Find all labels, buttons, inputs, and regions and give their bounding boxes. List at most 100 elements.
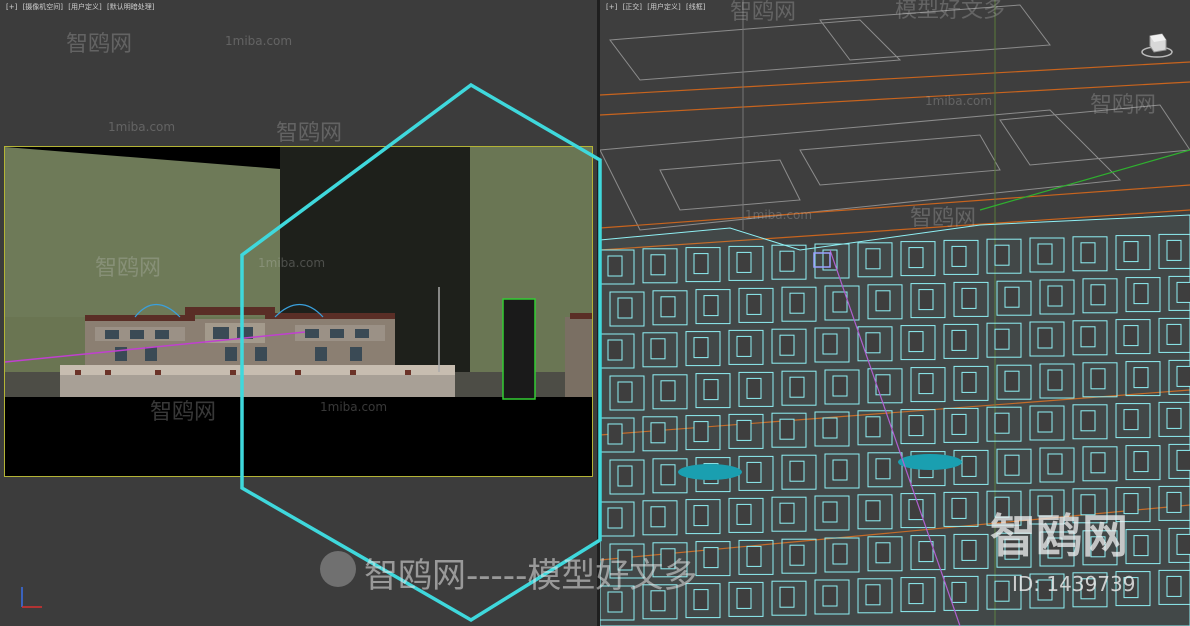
wire-window — [617, 381, 633, 403]
wire-window — [779, 586, 795, 608]
wire-window — [607, 339, 623, 361]
green-axis-line — [979, 149, 1190, 211]
watermark-big-logo: 智鸥网 — [990, 509, 1128, 563]
pool-object-2 — [898, 454, 962, 470]
wire-window — [875, 290, 891, 312]
ground-plane — [5, 397, 592, 476]
wire-window — [703, 547, 719, 569]
viewport-camera-menu[interactable]: [摄像机空间] — [23, 3, 63, 11]
wire-window — [1133, 451, 1149, 473]
wire-window — [865, 248, 881, 270]
wire-window — [736, 503, 752, 525]
wire-window — [865, 332, 881, 354]
backdrop-plane-left — [5, 147, 280, 317]
wire-window — [1176, 449, 1190, 471]
pool-object-1 — [678, 464, 742, 480]
wire-window — [650, 422, 666, 444]
wire-window — [779, 250, 795, 272]
wire-window — [1004, 454, 1020, 476]
wire-window — [951, 329, 967, 351]
viewport-menu-plus[interactable]: [+] — [606, 3, 617, 11]
wire-window — [693, 337, 709, 359]
left-viewport[interactable]: [+] [摄像机空间] [用户定义] [默认明暗处理] — [0, 0, 597, 626]
wire-window — [650, 338, 666, 360]
wire-window — [1166, 491, 1182, 513]
viewport-shading-menu[interactable]: [默认明暗处理] — [107, 3, 154, 11]
wire-window — [617, 465, 633, 487]
wire-window — [908, 415, 924, 437]
wire-window — [918, 373, 934, 395]
wire-window — [908, 499, 924, 521]
selected-box-object[interactable] — [502, 298, 536, 400]
wire-window — [1133, 367, 1149, 389]
wire-window — [908, 331, 924, 353]
wire-window — [746, 461, 762, 483]
wire-window — [832, 375, 848, 397]
wire-window — [660, 380, 676, 402]
wire-window — [994, 580, 1010, 602]
wire-window — [779, 418, 795, 440]
wire-window — [607, 507, 623, 529]
safe-frame — [4, 146, 593, 477]
wire-window — [736, 587, 752, 609]
wire-window — [693, 421, 709, 443]
wire-window — [1090, 368, 1106, 390]
wire-window — [1080, 242, 1096, 264]
watermark-tagline: 智鸥网-----模型好文多 — [364, 556, 698, 596]
wire-window — [1123, 409, 1139, 431]
bird-logo-icon — [320, 551, 356, 587]
wire-window — [832, 543, 848, 565]
wire-window — [918, 289, 934, 311]
wire-window — [607, 423, 623, 445]
viewport-shading-menu[interactable]: [线框] — [686, 3, 705, 11]
wire-window — [607, 255, 623, 277]
viewcube-icon[interactable] — [1140, 28, 1174, 62]
wire-window — [951, 581, 967, 603]
wire-window — [1123, 325, 1139, 347]
wire-window — [1090, 452, 1106, 474]
wire-window — [1133, 283, 1149, 305]
wire-window — [875, 374, 891, 396]
wire-window — [951, 497, 967, 519]
viewport-view-menu[interactable]: [用户定义] — [68, 3, 101, 11]
wire-window — [951, 413, 967, 435]
wire-window — [1166, 323, 1182, 345]
wire-window — [875, 542, 891, 564]
watermark-brand: 智鸥网 — [66, 32, 133, 57]
wire-window — [703, 295, 719, 317]
wire-window — [1080, 410, 1096, 432]
right-viewport-label[interactable]: [+] [正交] [用户定义] [线框] — [606, 2, 708, 12]
watermark-brand: 智鸥网 — [95, 256, 162, 281]
wire-window — [865, 500, 881, 522]
wire-window — [746, 377, 762, 399]
wire-window — [789, 292, 805, 314]
wire-window — [908, 583, 924, 605]
left-viewport-label[interactable]: [+] [摄像机空间] [用户定义] [默认明暗处理] — [6, 2, 157, 12]
wire-window — [961, 371, 977, 393]
wire-window — [1090, 284, 1106, 306]
viewport-custom-menu[interactable]: [用户定义] — [647, 3, 680, 11]
wire-window — [789, 544, 805, 566]
wire-window — [779, 502, 795, 524]
wire-window — [994, 328, 1010, 350]
watermark-brand: 智鸥网 — [1090, 93, 1157, 118]
wire-window — [1176, 533, 1190, 555]
wire-window — [1037, 411, 1053, 433]
wire-window — [1176, 281, 1190, 303]
viewport-menu-plus[interactable]: [+] — [6, 3, 17, 11]
wire-window — [736, 335, 752, 357]
wire-window — [1133, 535, 1149, 557]
wire-window — [703, 379, 719, 401]
watermark-tagline-partial: 模型好文多 — [895, 0, 1006, 23]
viewport-view-menu[interactable]: [正交] — [623, 3, 642, 11]
wire-window — [779, 334, 795, 356]
wire-window — [1047, 285, 1063, 307]
wire-window — [832, 291, 848, 313]
wire-window — [650, 254, 666, 276]
wire-window — [994, 412, 1010, 434]
wire-window — [961, 287, 977, 309]
watermark-brand: 智鸥网 — [910, 206, 977, 231]
wire-window — [1037, 243, 1053, 265]
wire-window — [746, 293, 762, 315]
watermark-brand: 智鸥网 — [730, 0, 797, 25]
